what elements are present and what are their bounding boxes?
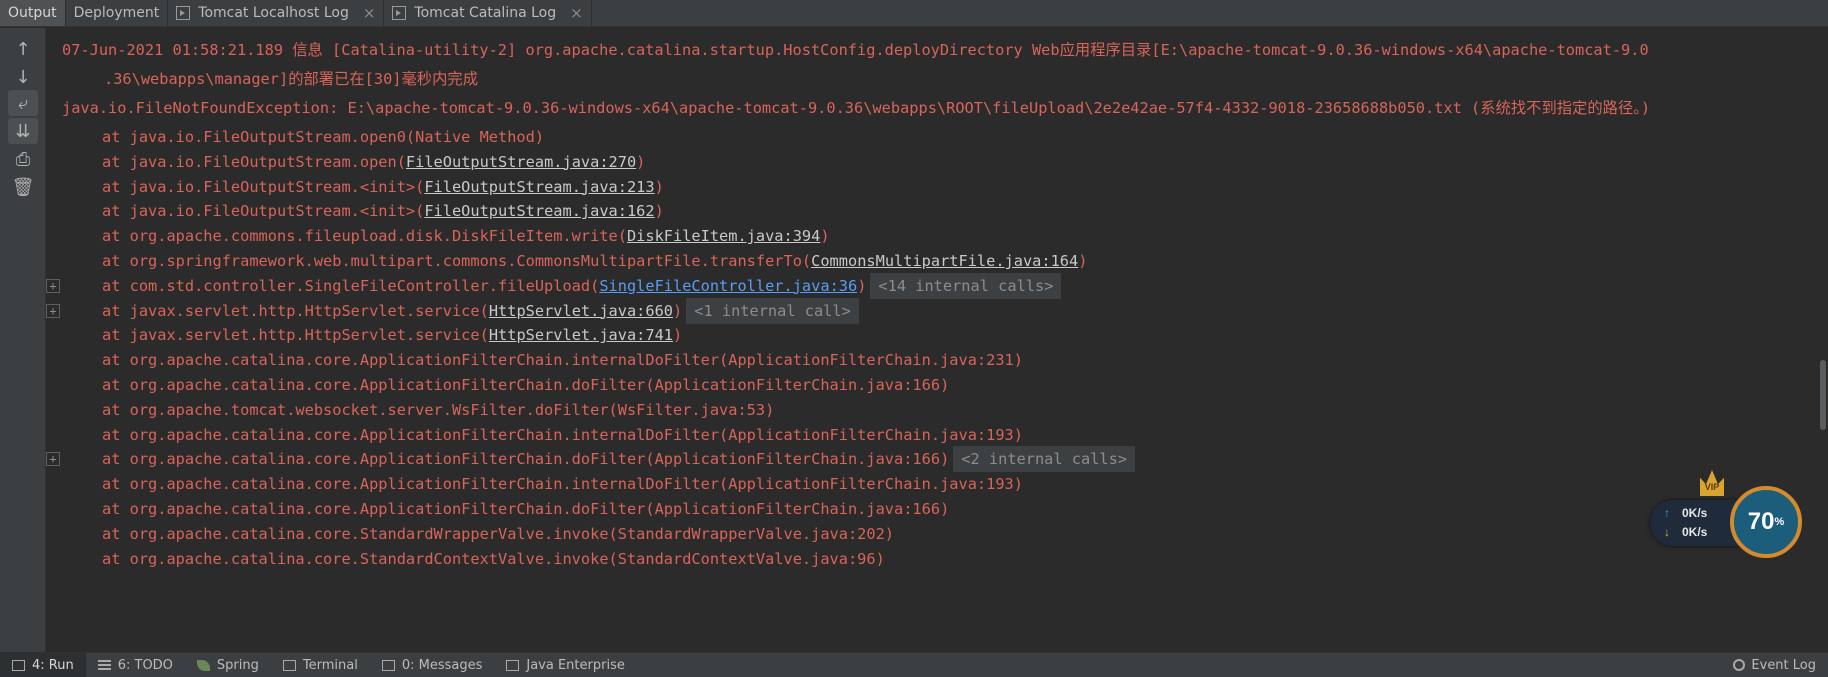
- upload-arrow-icon: ↑: [1664, 506, 1670, 520]
- toolwindow-6-todo[interactable]: 6: TODO: [86, 653, 185, 677]
- stack-frame-text: at org.apache.catalina.core.ApplicationF…: [102, 425, 1023, 444]
- stack-frame-text: at javax.servlet.http.HttpServlet.servic…: [102, 326, 489, 345]
- print-icon[interactable]: ⎙: [8, 146, 38, 172]
- upload-speed: ↑ 0K/s: [1664, 506, 1707, 520]
- source-link[interactable]: FileOutputStream.java:162: [424, 202, 654, 220]
- spring-icon: [196, 659, 210, 671]
- toolwindow-0-messages[interactable]: 0: Messages: [370, 653, 495, 677]
- toolwindow-label: 4: Run: [32, 657, 74, 673]
- tool-window-tabbar: Output Deployment Tomcat Localhost Log × Tom…: [0, 0, 1828, 27]
- tab-tomcat-catalina-log[interactable]: Tomcat Catalina Log ×: [384, 0, 592, 26]
- toolwindow-label: 6: TODO: [117, 657, 173, 673]
- close-icon[interactable]: ×: [363, 4, 376, 22]
- download-arrow-icon: ↓: [1664, 525, 1670, 539]
- vertical-scrollbar[interactable]: [1820, 360, 1826, 430]
- log-info-line: 07-Jun-2021 01:58:21.189 信息 [Catalina-ut…: [62, 41, 1649, 59]
- down-arrow-icon[interactable]: ↓: [8, 64, 38, 90]
- stack-frame-text: at org.apache.commons.fileupload.disk.Di…: [102, 227, 627, 246]
- memory-gauge: 70%: [1730, 486, 1802, 558]
- stack-frame-suffix: ): [654, 202, 664, 221]
- toolwindow-label: Terminal: [302, 657, 358, 673]
- tab-tomcat-localhost-log[interactable]: Tomcat Localhost Log ×: [168, 0, 385, 26]
- stack-frame-text: at java.io.FileOutputStream.open0(Native…: [102, 128, 545, 146]
- stack-frame-suffix: ): [654, 177, 664, 196]
- tab-deployment[interactable]: Deployment: [66, 0, 169, 26]
- toolwindow-label: Java Enterprise: [526, 657, 625, 673]
- fold-expand-icon[interactable]: +: [46, 452, 60, 467]
- network-speed-widget[interactable]: VIP ↑ 0K/s ↓ 0K/s 70%: [1650, 470, 1802, 560]
- source-link[interactable]: HttpServlet.java:741: [489, 326, 673, 344]
- log-icon: [176, 6, 191, 20]
- tab-label: Deployment: [73, 5, 160, 21]
- terminal-icon: [282, 659, 296, 671]
- source-link[interactable]: HttpServlet.java:660: [489, 302, 673, 320]
- scroll-to-end-icon[interactable]: ⇊: [8, 118, 38, 144]
- internal-calls-badge[interactable]: <14 internal calls>: [870, 272, 1062, 299]
- download-speed: ↓ 0K/s: [1664, 525, 1707, 539]
- download-speed-value: 0K/s: [1682, 525, 1708, 539]
- toolwindow-spring[interactable]: Spring: [185, 653, 271, 677]
- stack-frame-text: at java.io.FileOutputStream.<init>(: [102, 202, 425, 221]
- run-icon: [12, 659, 25, 671]
- log-icon: [392, 6, 407, 20]
- source-link[interactable]: FileOutputStream.java:270: [406, 153, 636, 171]
- internal-calls-badge[interactable]: <2 internal calls>: [953, 446, 1136, 473]
- stack-frame-text: at java.io.FileOutputStream.<init>(: [102, 177, 425, 196]
- toolwindow-label: 0: Messages: [401, 657, 483, 673]
- stack-frame-text: at java.io.FileOutputStream.open(: [102, 152, 406, 171]
- source-link[interactable]: FileOutputStream.java:213: [424, 178, 654, 196]
- tab-label: Tomcat Catalina Log: [414, 5, 557, 21]
- source-link[interactable]: SingleFileController.java:36: [599, 277, 857, 295]
- vip-crown-icon: VIP: [1700, 470, 1724, 496]
- stack-frame-line: at org.apache.catalina.core.StandardCont…: [102, 545, 885, 574]
- stack-frame-suffix: ): [1078, 252, 1088, 270]
- console-toolbar: ↑ ↓ ⤶ ⇊ ⎙ 🗑: [0, 28, 46, 652]
- fold-expand-icon[interactable]: +: [46, 303, 60, 318]
- log-info-line-wrap: .36\webapps\manager]的部署已在[30]毫秒内完成: [104, 70, 478, 88]
- stack-frame-text: at com.std.controller.SingleFileControll…: [102, 276, 600, 295]
- event-log-icon: [1733, 659, 1746, 671]
- gauge-percent: 70: [1747, 508, 1775, 535]
- stack-frame-text: at org.apache.catalina.core.ApplicationF…: [102, 351, 1023, 370]
- up-arrow-icon[interactable]: ↑: [8, 36, 38, 62]
- source-link[interactable]: CommonsMultipartFile.java:164: [811, 252, 1078, 270]
- stack-frame-suffix: ): [673, 301, 683, 320]
- stack-frame-text: at org.apache.catalina.core.StandardWrap…: [102, 524, 895, 543]
- fold-expand-icon[interactable]: +: [46, 278, 60, 293]
- source-link[interactable]: DiskFileItem.java:394: [627, 227, 820, 245]
- stack-frame-suffix: ): [636, 152, 646, 171]
- stack-frame-text: at org.apache.tomcat.websocket.server.Ws…: [102, 400, 775, 419]
- trash-icon[interactable]: 🗑: [8, 174, 38, 200]
- toolwindow-4-run[interactable]: 4: Run: [0, 653, 86, 677]
- stack-frame-suffix: ): [673, 326, 683, 345]
- exception-line: java.io.FileNotFoundException: E:\apache…: [62, 99, 1651, 117]
- java-enterprise-icon: [506, 659, 520, 671]
- tab-label: Tomcat Localhost Log: [198, 5, 349, 21]
- stack-frame-suffix: ): [820, 227, 830, 246]
- close-icon[interactable]: ×: [570, 4, 583, 22]
- stack-frame-text: at org.apache.catalina.core.ApplicationF…: [102, 500, 950, 518]
- console-output[interactable]: 07-Jun-2021 01:58:21.189 信息 [Catalina-ut…: [46, 28, 1806, 652]
- messages-icon: [381, 659, 395, 671]
- gauge-percent-unit: %: [1774, 516, 1785, 528]
- event-log-label: Event Log: [1751, 657, 1816, 673]
- stack-frame-suffix: ): [857, 276, 867, 295]
- stack-frame-text: at javax.servlet.http.HttpServlet.servic…: [102, 301, 489, 320]
- todo-icon: [97, 659, 111, 671]
- stack-frame-text: at org.apache.catalina.core.StandardCont…: [102, 549, 885, 568]
- stack-frame-text: at org.springframework.web.multipart.com…: [102, 252, 812, 270]
- event-log-button[interactable]: Event Log: [1721, 653, 1828, 677]
- stack-frame-text: at org.apache.catalina.core.ApplicationF…: [102, 450, 950, 469]
- toolwindow-terminal[interactable]: Terminal: [271, 653, 370, 677]
- tab-label: Output: [8, 5, 57, 21]
- toolwindow-label: Spring: [216, 657, 259, 673]
- tab-output[interactable]: Output: [0, 0, 66, 26]
- internal-calls-badge[interactable]: <1 internal call>: [686, 297, 859, 324]
- bottom-tool-bar: 4: Run 6: TODO Spring Terminal 0: Messages Ja…: [0, 652, 1828, 677]
- upload-speed-value: 0K/s: [1682, 506, 1708, 520]
- soft-wrap-icon[interactable]: ⤶: [8, 90, 38, 116]
- toolwindow-java-enterprise[interactable]: Java Enterprise: [494, 653, 636, 677]
- stack-frame-text: at org.apache.catalina.core.ApplicationF…: [102, 376, 950, 394]
- stack-frame-text: at org.apache.catalina.core.ApplicationF…: [102, 475, 1023, 494]
